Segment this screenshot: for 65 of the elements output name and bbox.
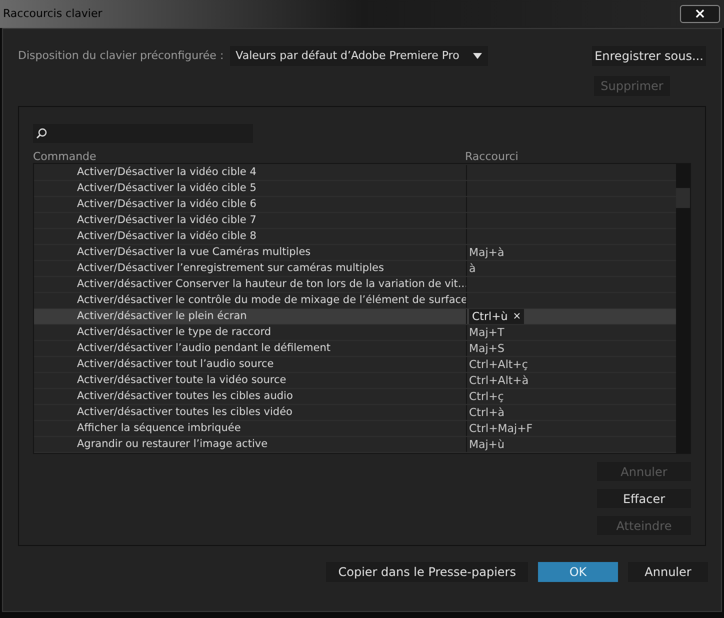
shortcut-chip[interactable]: Ctrl+ù ×	[469, 309, 524, 324]
command-cell-text: Afficher la séquence imbriquée	[76, 421, 242, 436]
shortcut-cell: Maj+à	[469, 245, 504, 260]
preset-dropdown[interactable]: Valeurs par défaut d’Adobe Premiere Pro	[230, 46, 488, 66]
command-cell-text: Activer/Désactiver la vidéo cible 8	[76, 229, 258, 244]
dialog-button[interactable]: Effacer	[597, 489, 691, 508]
preset-label: Disposition du clavier préconfigurée :	[18, 48, 224, 64]
command-cell-text: Activer/désactiver toutes les cibles vidéo	[76, 405, 294, 420]
table-row[interactable]: Activer/Désactiver la vidéo cible 8	[34, 229, 676, 245]
table-row[interactable]: Activer/désactiver l’audio pendant le défilement Maj+S	[34, 341, 676, 357]
shortcut-cell: Ctrl+Maj+F	[469, 421, 533, 436]
command-cell-text: Activer/désactiver l’audio pendant le défilement	[76, 341, 332, 356]
dialog-button[interactable]: OK	[538, 562, 618, 582]
command-cell-text: Activer/Désactiver la vidéo cible 7	[76, 213, 258, 228]
table-row[interactable]: Activer/désactiver toute la vidéo source Ctrl+Alt+à	[34, 373, 676, 389]
search-field[interactable]	[33, 124, 253, 143]
table-row[interactable]: Activer/désactiver toutes les cibles audio Ctrl+ç	[34, 389, 676, 405]
command-cell-text: Activer/désactiver Conserver la hauteur de ton lors de la variation de vit...	[76, 277, 466, 292]
dialog-button[interactable]: Annuler	[628, 562, 708, 582]
shortcut-cell: Ctrl+Alt+ç	[469, 357, 528, 372]
scrollbar-thumb[interactable]	[676, 188, 690, 208]
window-title: Raccourcis clavier	[3, 6, 102, 22]
command-cell-text: Activer/désactiver le plein écran	[76, 309, 248, 324]
command-cell-text: Activer/désactiver toute la vidéo source	[76, 373, 288, 388]
table-row[interactable]: Activer/Désactiver la vidéo cible 4	[34, 165, 676, 181]
table-row[interactable]: Activer/Désactiver la vidéo cible 7	[34, 213, 676, 229]
command-cell-text: Activer/Désactiver l’enregistrement sur caméras multiples	[76, 261, 385, 276]
table-row[interactable]: Activer/désactiver toutes les cibles vidéo Ctrl+à	[34, 405, 676, 421]
dialog-button[interactable]: Enregistrer sous...	[592, 46, 706, 66]
command-cell-text: Activer/Désactiver la vidéo cible 4	[76, 165, 258, 180]
shortcut-key: Ctrl+ù	[472, 309, 508, 324]
command-cell-text: Activer/désactiver le contrôle du mode de mixage de l’élément de surface	[76, 293, 466, 308]
shortcut-cell: Maj+ù	[469, 437, 504, 452]
shortcut-cell: Ctrl+ç	[469, 389, 504, 404]
column-header: Raccourci	[465, 149, 518, 163]
close-button[interactable]: ×	[680, 5, 720, 23]
table-row[interactable]: Activer/Désactiver l’enregistrement sur caméras multiples à	[34, 261, 676, 277]
scrollbar[interactable]	[676, 164, 690, 453]
table-row[interactable]: Activer/désactiver Conserver la hauteur de ton lors de la variation de vit...	[34, 277, 676, 293]
dropdown-caret-icon	[472, 53, 482, 59]
table-row[interactable]: Activer/désactiver le plein écran Ctrl+ù ×	[34, 309, 676, 325]
remove-shortcut[interactable]: ×	[512, 309, 522, 324]
command-cell-text: Activer/Désactiver la vidéo cible 6	[76, 197, 258, 212]
command-cell-text: Activer/Désactiver la vidéo cible 5	[76, 181, 258, 196]
table-row[interactable]: Afficher la séquence imbriquée Ctrl+Maj+F	[34, 421, 676, 437]
table-row[interactable]: Activer/Désactiver la vue Caméras multiples Maj+à	[34, 245, 676, 261]
table-row[interactable]: Activer/désactiver tout l’audio source Ctrl+Alt+ç	[34, 357, 676, 373]
command-cell-text: Agrandir ou restaurer l’image active	[76, 437, 269, 452]
command-cell-text: Activer/Désactiver la vue Caméras multiples	[76, 245, 312, 260]
shortcut-cell: Ctrl+à	[469, 405, 505, 420]
command-cell-text: Activer/désactiver tout l’audio source	[76, 357, 275, 372]
table-row[interactable]: Activer/désactiver le type de raccord Maj+T	[34, 325, 676, 341]
column-header: Commande	[33, 149, 98, 163]
table-row[interactable]: Activer/désactiver le contrôle du mode de mixage de l’élément de surface	[34, 293, 676, 309]
command-cell-text: Activer/désactiver le type de raccord	[76, 325, 272, 340]
table-row[interactable]: Activer/Désactiver la vidéo cible 5	[34, 181, 676, 197]
dialog-button[interactable]: Copier dans le Presse-papiers	[326, 562, 528, 582]
shortcut-cell: Maj+T	[469, 325, 504, 340]
shortcut-cell: Maj+S	[469, 341, 504, 356]
table-row[interactable]: Agrandir ou restaurer l’image active Maj+ù	[34, 437, 676, 453]
command-cell-text: Activer/désactiver toutes les cibles audio	[76, 389, 294, 404]
shortcut-cell: Ctrl+Alt+à	[469, 373, 529, 388]
shortcut-cell: à	[469, 261, 476, 276]
table-row[interactable]: Activer/Désactiver la vidéo cible 6	[34, 197, 676, 213]
search-icon	[36, 128, 47, 139]
